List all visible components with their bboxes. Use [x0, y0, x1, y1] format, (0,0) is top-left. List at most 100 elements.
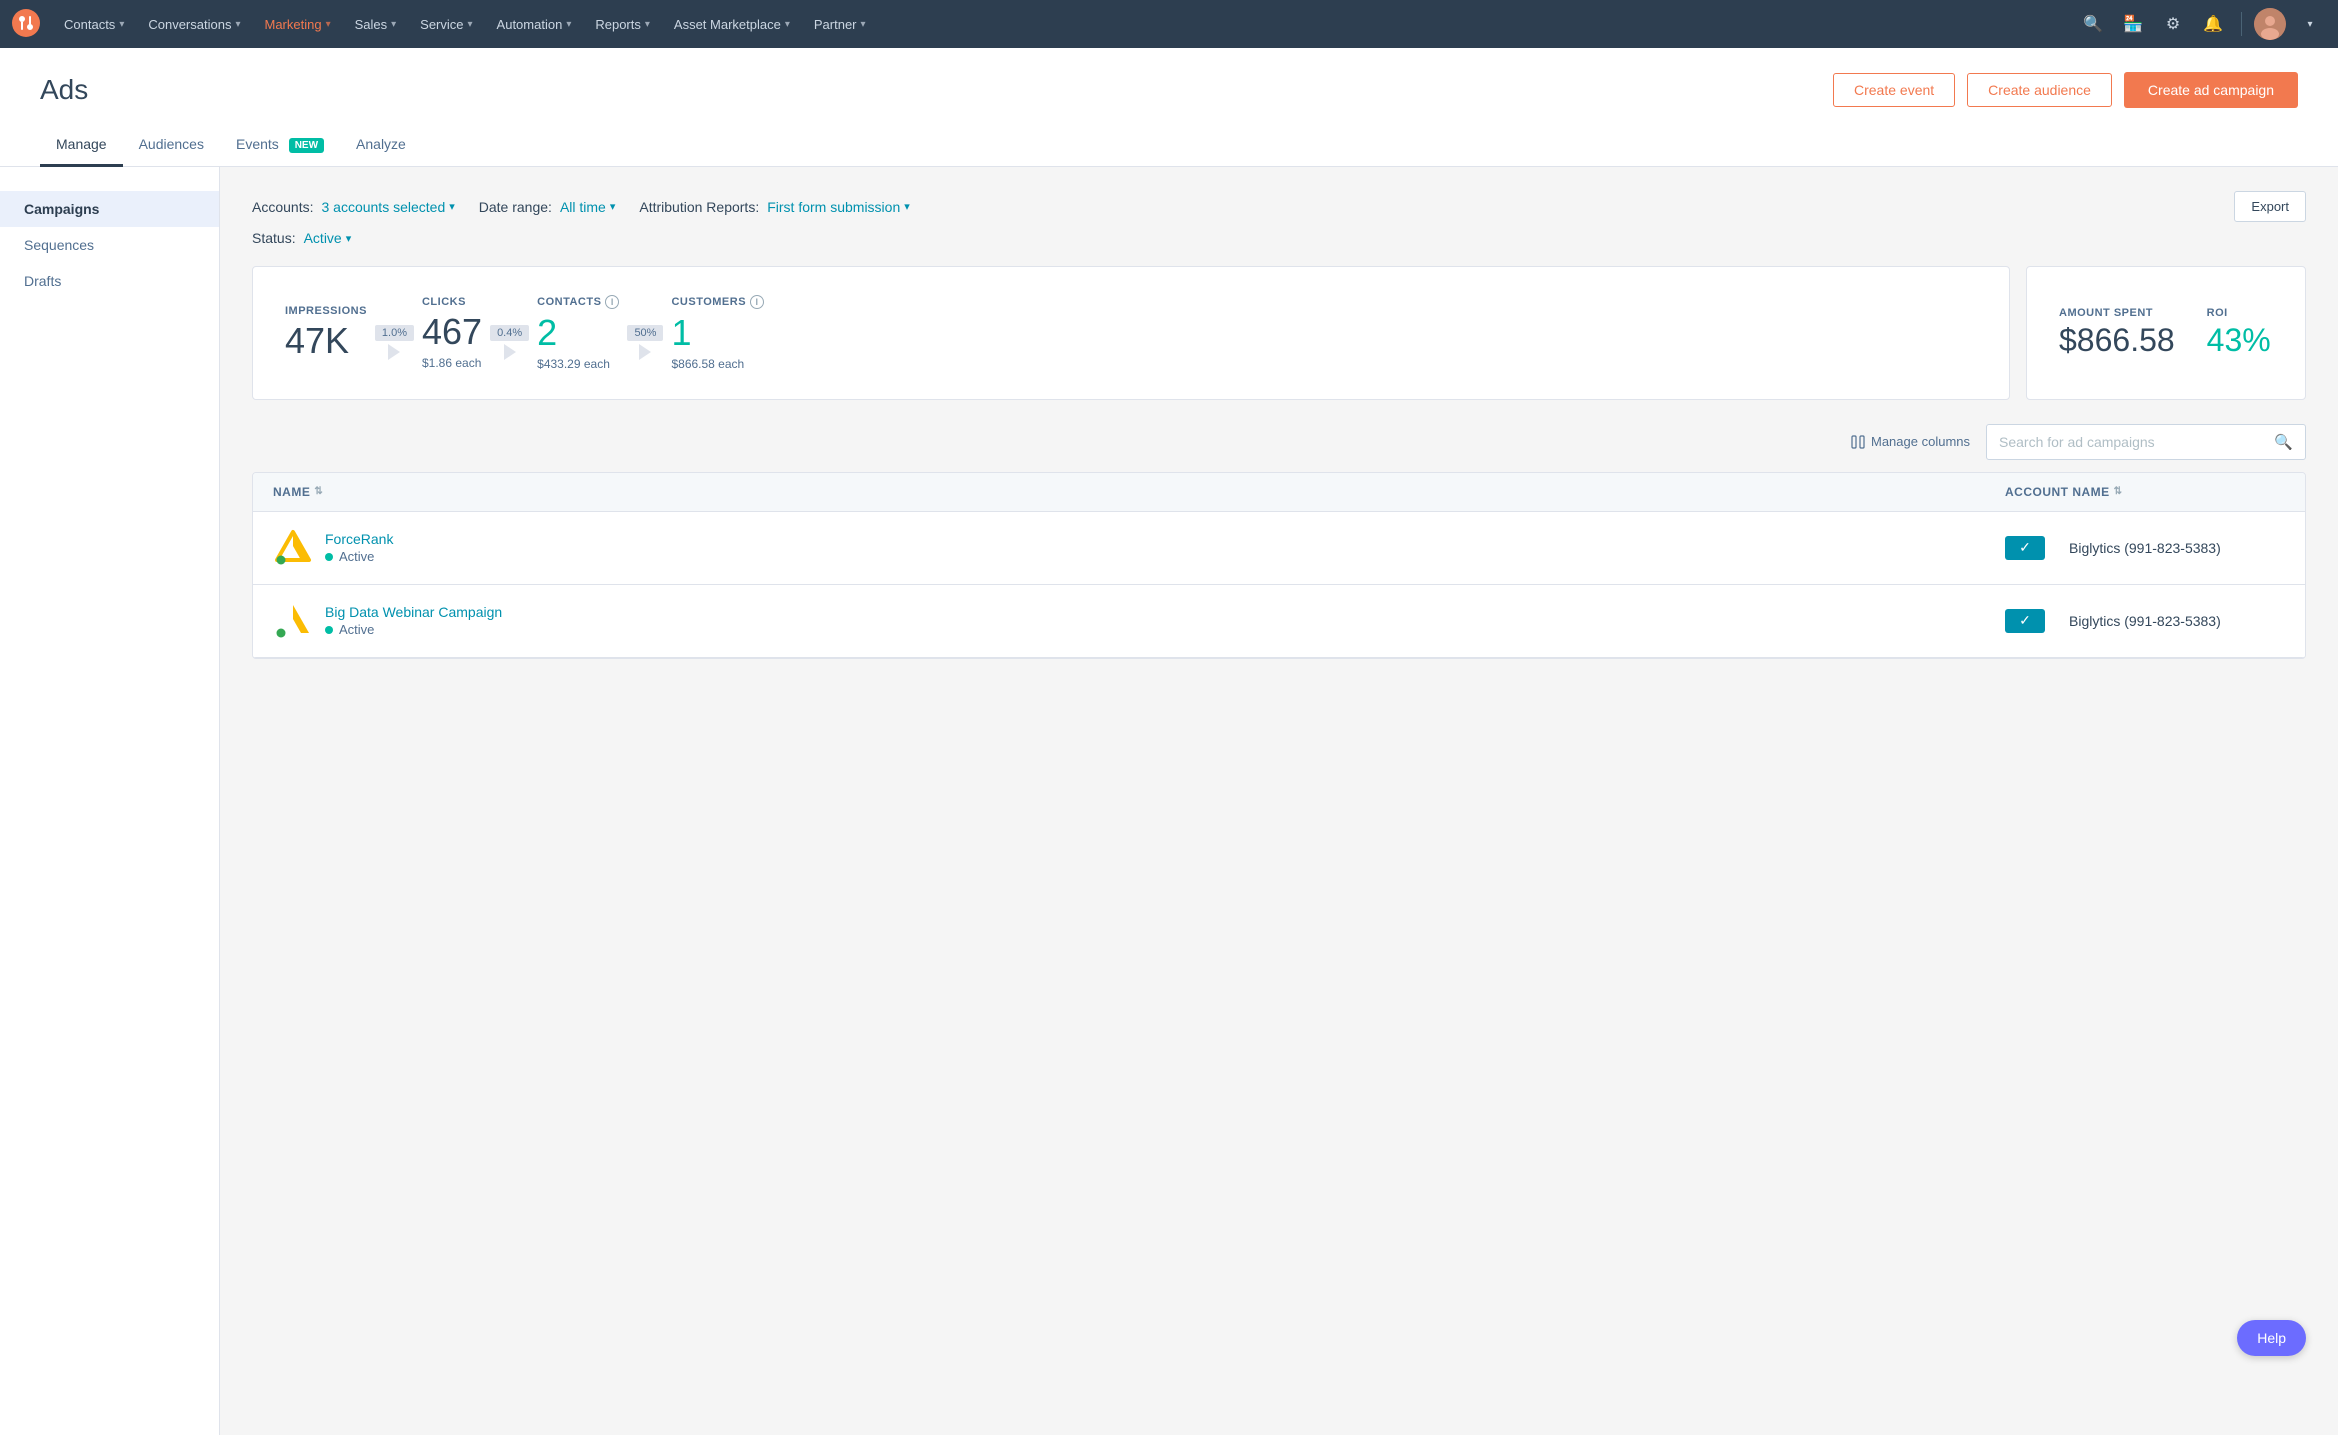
table-header: NAME ⇅ ACCOUNT NAME ⇅: [253, 473, 2305, 512]
nav-item-conversations[interactable]: Conversations ▾: [136, 0, 252, 48]
create-event-button[interactable]: Create event: [1833, 73, 1955, 107]
contacts-stat: CONTACTS i 2 $433.29 each: [537, 295, 619, 371]
campaign-name[interactable]: Big Data Webinar Campaign: [325, 604, 502, 620]
check-icon: ✓: [2019, 612, 2031, 629]
chevron-down-icon: ▾: [785, 19, 790, 30]
funnel-arrow-2: 0.4%: [490, 325, 529, 360]
search-input[interactable]: [1999, 434, 2266, 450]
help-button[interactable]: Help: [2237, 1320, 2306, 1356]
chevron-down-icon[interactable]: ▾: [2294, 8, 2326, 40]
create-ad-campaign-button[interactable]: Create ad campaign: [2124, 72, 2298, 108]
nav-item-service[interactable]: Service ▾: [408, 0, 484, 48]
nav-item-asset-marketplace[interactable]: Asset Marketplace ▾: [662, 0, 802, 48]
funnel-arrow-1: 1.0%: [375, 325, 414, 360]
tab-manage[interactable]: Manage: [40, 124, 123, 167]
manage-columns-button[interactable]: Manage columns: [1851, 434, 1970, 449]
row-name-cell: Big Data Webinar Campaign Active: [273, 601, 2005, 641]
status-value[interactable]: Active ▾: [304, 230, 352, 246]
toggle-container: ✓: [2005, 536, 2045, 560]
status-filter: Status: Active ▾: [252, 230, 351, 246]
row-account-cell: ✓ Biglytics (991-823-5383): [2005, 536, 2285, 560]
table-toolbar: Manage columns 🔍: [252, 424, 2306, 460]
nav-item-contacts[interactable]: Contacts ▾: [52, 0, 136, 48]
campaigns-table: NAME ⇅ ACCOUNT NAME ⇅: [252, 472, 2306, 659]
nav-item-marketing[interactable]: Marketing ▾: [252, 0, 342, 48]
sidebar-item-drafts[interactable]: Drafts: [0, 263, 219, 299]
sort-icon[interactable]: ⇅: [2114, 486, 2123, 497]
nav-items: Contacts ▾ Conversations ▾ Marketing ▾ S…: [52, 0, 2077, 48]
customers-info-icon[interactable]: i: [750, 295, 764, 309]
navbar: Contacts ▾ Conversations ▾ Marketing ▾ S…: [0, 0, 2338, 48]
clicks-label: CLICKS: [422, 296, 466, 308]
campaign-name[interactable]: ForceRank: [325, 531, 393, 547]
funnel-pct-3: 50%: [627, 325, 663, 341]
notifications-icon[interactable]: 🔔: [2197, 8, 2229, 40]
chevron-down-icon: ▾: [235, 19, 240, 30]
status-dot: [325, 626, 333, 634]
marketplace-icon[interactable]: 🏪: [2117, 8, 2149, 40]
amount-spent-value: $866.58: [2059, 323, 2175, 358]
chevron-down-icon: ▾: [645, 19, 650, 30]
arrow-shape-3: [639, 344, 651, 360]
accounts-value[interactable]: 3 accounts selected ▾: [321, 199, 454, 215]
clicks-value: 467: [422, 312, 482, 352]
nav-right: 🔍 🏪 ⚙ 🔔 ▾: [2077, 8, 2326, 40]
chevron-down-icon: ▾: [346, 232, 352, 245]
content-area: Accounts: 3 accounts selected ▾ Date ran…: [220, 167, 2338, 1435]
sidebar-item-sequences[interactable]: Sequences: [0, 227, 219, 263]
check-icon: ✓: [2019, 539, 2031, 556]
tab-audiences[interactable]: Audiences: [123, 124, 220, 167]
stats-funnel-card: IMPRESSIONS 47K 1.0% CLICKS 467 $1.: [252, 266, 2010, 400]
roi-stat: ROI 43%: [2207, 307, 2273, 358]
settings-icon[interactable]: ⚙: [2157, 8, 2189, 40]
row-account-cell: ✓ Biglytics (991-823-5383): [2005, 609, 2285, 633]
contacts-info-icon[interactable]: i: [605, 295, 619, 309]
avatar[interactable]: [2254, 8, 2286, 40]
nav-item-automation[interactable]: Automation ▾: [485, 0, 584, 48]
stats-right-card: AMOUNT SPENT $866.58 ROI 43%: [2026, 266, 2306, 400]
tab-events[interactable]: Events NEW: [220, 124, 340, 167]
funnel-arrow-3: 50%: [627, 325, 663, 360]
hubspot-logo[interactable]: [12, 9, 40, 40]
tab-analyze[interactable]: Analyze: [340, 124, 422, 167]
campaign-status: Active: [325, 549, 393, 564]
th-name: NAME ⇅: [273, 485, 2005, 499]
chevron-down-icon: ▾: [391, 19, 396, 30]
google-ads-logo: [273, 601, 313, 641]
date-range-value[interactable]: All time ▾: [560, 199, 615, 215]
stats-right-grid: AMOUNT SPENT $866.58 ROI 43%: [2059, 295, 2273, 371]
clicks-stat: CLICKS 467 $1.86 each: [422, 296, 482, 370]
date-range-label: Date range:: [479, 199, 552, 215]
toggle-container: ✓: [2005, 609, 2045, 633]
attribution-value[interactable]: First form submission ▾: [767, 199, 910, 215]
page-header: Ads Create event Create audience Create …: [0, 48, 2338, 108]
chevron-down-icon: ▾: [904, 200, 910, 213]
contacts-sub: $433.29 each: [537, 357, 610, 371]
nav-item-partner[interactable]: Partner ▾: [802, 0, 878, 48]
nav-item-sales[interactable]: Sales ▾: [343, 0, 409, 48]
new-badge: NEW: [289, 138, 324, 153]
export-button[interactable]: Export: [2234, 191, 2306, 222]
sidebar-item-campaigns[interactable]: Campaigns: [0, 191, 219, 227]
chevron-down-icon: ▾: [449, 200, 455, 213]
campaign-toggle[interactable]: ✓: [2005, 609, 2045, 633]
sort-icon[interactable]: ⇅: [314, 486, 323, 497]
customers-stat: CUSTOMERS i 1 $866.58 each: [671, 295, 764, 371]
stats-funnel: IMPRESSIONS 47K 1.0% CLICKS 467 $1.: [285, 295, 1977, 371]
th-account-name: ACCOUNT NAME ⇅: [2005, 485, 2285, 499]
campaign-toggle[interactable]: ✓: [2005, 536, 2045, 560]
table-row: ForceRank Active ✓: [253, 512, 2305, 585]
chevron-down-icon: ▾: [119, 19, 124, 30]
accounts-label: Accounts:: [252, 199, 313, 215]
amount-spent-stat: AMOUNT SPENT $866.58: [2059, 307, 2175, 358]
status-dot: [325, 553, 333, 561]
amount-spent-label: AMOUNT SPENT: [2059, 307, 2153, 319]
nav-item-reports[interactable]: Reports ▾: [583, 0, 662, 48]
search-icon[interactable]: 🔍: [2274, 433, 2293, 451]
create-audience-button[interactable]: Create audience: [1967, 73, 2112, 107]
search-icon[interactable]: 🔍: [2077, 8, 2109, 40]
attribution-label: Attribution Reports:: [639, 199, 759, 215]
row-name-cell: ForceRank Active: [273, 528, 2005, 568]
nav-divider: [2241, 12, 2242, 36]
stats-section: IMPRESSIONS 47K 1.0% CLICKS 467 $1.: [252, 266, 2306, 400]
